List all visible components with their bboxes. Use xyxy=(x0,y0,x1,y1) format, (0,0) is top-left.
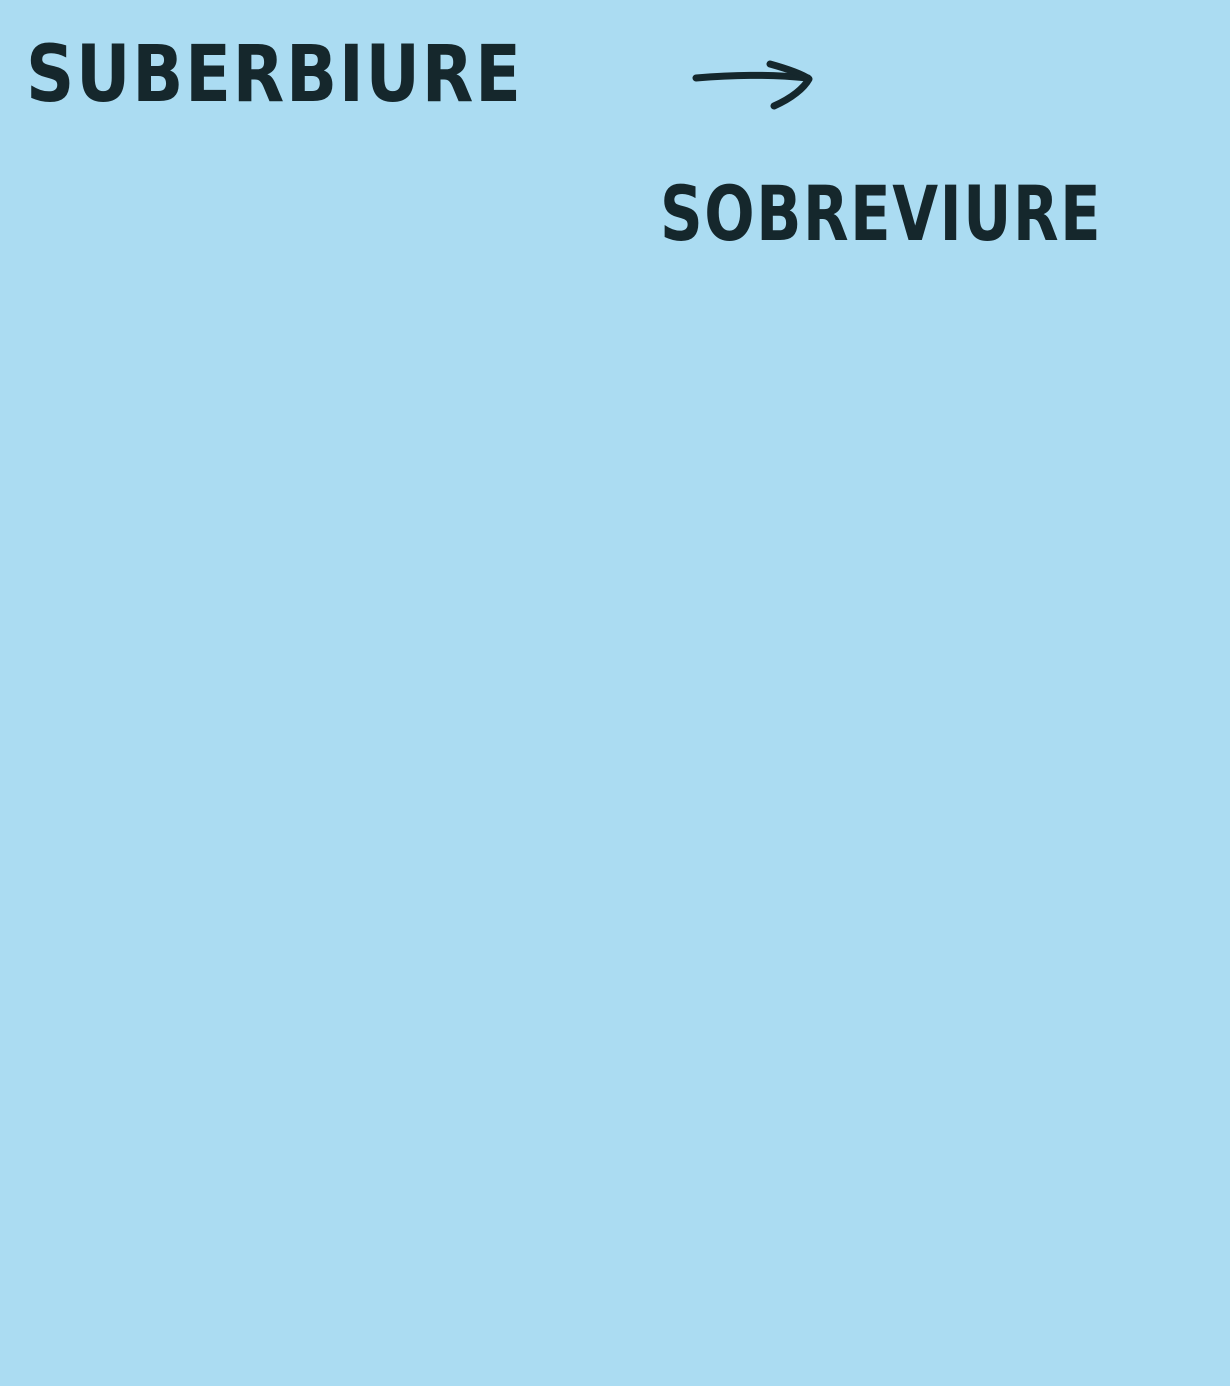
sticky-note: SUBERBIURE SOBREVIURE xyxy=(0,0,1230,1386)
handwritten-word-sobreviure: SOBREVIURE xyxy=(660,169,1103,258)
right-arrow-icon xyxy=(692,60,813,110)
handwritten-word-suberbiure: SUBERBIURE xyxy=(26,30,523,120)
